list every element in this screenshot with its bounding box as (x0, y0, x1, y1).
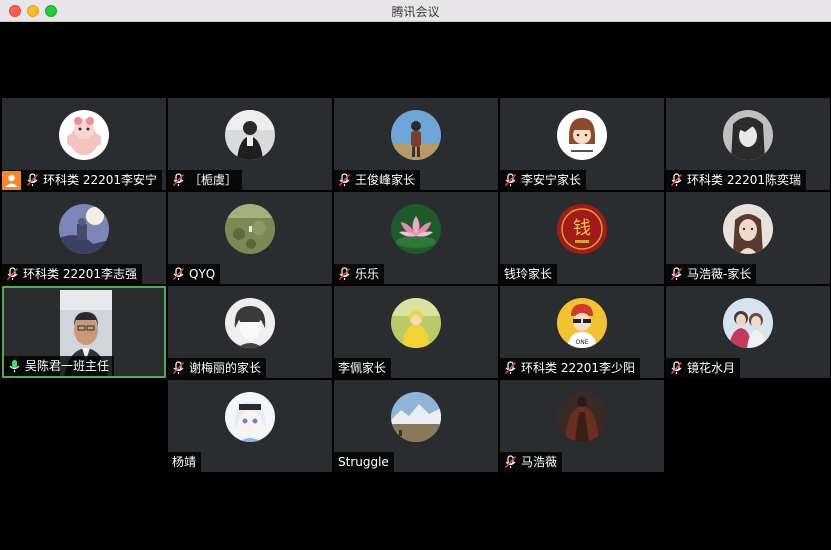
participant-tile[interactable]: Struggle (334, 380, 498, 472)
mic-muted-icon (504, 455, 517, 469)
participant-tile[interactable]: 李安宁家长 (500, 98, 664, 190)
participant-tile[interactable]: 马浩薇 (500, 380, 664, 472)
participant-name: 马浩薇-家长 (687, 267, 752, 281)
avatar (391, 298, 441, 348)
participant-name: 李佩家长 (338, 361, 387, 375)
participant-name: 镜花水月 (687, 361, 736, 375)
participant-tile[interactable]: 环科类 22201陈奕瑞 (666, 98, 830, 190)
participant-name: 环科类 22201李志强 (23, 267, 137, 281)
participant-name-label: 马浩薇-家长 (666, 264, 757, 284)
mic-muted-icon (6, 267, 19, 281)
avatar (225, 298, 275, 348)
avatar (225, 392, 275, 442)
participant-name: 环科类 22201陈奕瑞 (687, 173, 801, 187)
participant-tile[interactable]: QYQ (168, 192, 332, 284)
participant-tile[interactable]: 乐乐 (334, 192, 498, 284)
participant-tile[interactable]: ONE 环科类 22201李少阳 (500, 286, 664, 378)
participant-name: 乐乐 (355, 267, 380, 281)
participant-name: QYQ (189, 267, 216, 281)
participant-name-label: Struggle (334, 452, 394, 472)
mic-muted-icon (670, 361, 683, 375)
mic-muted-icon (670, 267, 683, 281)
mic-muted-icon (26, 173, 39, 187)
mic-muted-icon (172, 267, 185, 281)
participant-tile[interactable]: 镜花水月 (666, 286, 830, 378)
avatar (59, 110, 109, 160)
participant-name-label: 马浩薇 (500, 452, 563, 472)
mic-muted-icon (504, 173, 517, 187)
mic-muted-icon (172, 173, 185, 187)
host-badge-icon (2, 170, 21, 190)
participant-name-label: 李安宁家长 (500, 170, 587, 190)
svg-text:ONE: ONE (575, 339, 588, 346)
participant-name: 环科类 22201李安宁 (43, 173, 157, 187)
title-bar: 腾讯会议 (0, 0, 831, 22)
avatar (723, 110, 773, 160)
participant-name-label: 吴陈君一班主任 (4, 356, 115, 376)
avatar (723, 298, 773, 348)
participant-tile[interactable]: ［栀虞］ (168, 98, 332, 190)
participant-name-label: 李佩家长 (334, 358, 392, 378)
participant-name-label: ［栀虞］ (168, 170, 243, 190)
svg-text:钱: 钱 (573, 218, 591, 239)
avatar (723, 204, 773, 254)
participant-tile[interactable]: 谢梅丽的家长 (168, 286, 332, 378)
participant-name-label: QYQ (168, 264, 221, 284)
participant-name-label: 镜花水月 (666, 358, 741, 378)
avatar (225, 204, 275, 254)
avatar (225, 110, 275, 160)
participant-tile-active-speaker[interactable]: 吴陈君一班主任 (2, 286, 166, 378)
avatar (59, 204, 109, 254)
participant-name: 马浩薇 (521, 455, 558, 469)
participant-name-label: 环科类 22201陈奕瑞 (666, 170, 806, 190)
participant-name-label: 环科类 22201李志强 (2, 264, 142, 284)
participant-name: 钱玲家长 (504, 267, 553, 281)
participant-name: 杨靖 (172, 455, 197, 469)
mic-muted-icon (670, 173, 683, 187)
participant-name: 环科类 22201李少阳 (521, 361, 635, 375)
avatar: 钱 (557, 204, 607, 254)
participant-name-label: 环科类 22201李少阳 (500, 358, 640, 378)
participant-name-label: 钱玲家长 (500, 264, 558, 284)
participant-name: 吴陈君一班主任 (25, 359, 110, 373)
participant-tile[interactable]: 马浩薇-家长 (666, 192, 830, 284)
meeting-window: 腾讯会议 环科类 22201李安宁 ［栀虞］ 王俊峰家长 李安宁家长 环科类 2… (0, 0, 831, 550)
participant-tile[interactable]: 李佩家长 (334, 286, 498, 378)
participant-name-label: 环科类 22201李安宁 (2, 170, 162, 190)
participant-tile[interactable]: 环科类 22201李志强 (2, 192, 166, 284)
avatar (557, 392, 607, 442)
participant-tile[interactable]: 杨靖 (168, 380, 332, 472)
mic-active-icon (8, 359, 21, 373)
window-title: 腾讯会议 (391, 5, 440, 19)
participant-name: ［栀虞］ (189, 173, 238, 187)
participant-tile[interactable]: 钱 钱玲家长 (500, 192, 664, 284)
participant-name: 谢梅丽的家长 (189, 361, 262, 375)
mic-muted-icon (338, 173, 351, 187)
participant-name: Struggle (338, 455, 389, 469)
participant-name-label: 王俊峰家长 (334, 170, 421, 190)
mic-muted-icon (172, 361, 185, 375)
participant-gallery: 环科类 22201李安宁 ［栀虞］ 王俊峰家长 李安宁家长 环科类 22201陈… (2, 98, 831, 474)
participant-name-label: 乐乐 (334, 264, 385, 284)
avatar (391, 204, 441, 254)
avatar (557, 110, 607, 160)
participant-name-label: 杨靖 (168, 452, 202, 472)
avatar (391, 110, 441, 160)
avatar: ONE (557, 298, 607, 348)
participant-name: 李安宁家长 (521, 173, 582, 187)
participant-name-label: 谢梅丽的家长 (168, 358, 267, 378)
mic-muted-icon (504, 361, 517, 375)
participant-tile[interactable]: 王俊峰家长 (334, 98, 498, 190)
participant-tile[interactable]: 环科类 22201李安宁 (2, 98, 166, 190)
mic-muted-icon (338, 267, 351, 281)
avatar (391, 392, 441, 442)
participant-name: 王俊峰家长 (355, 173, 416, 187)
